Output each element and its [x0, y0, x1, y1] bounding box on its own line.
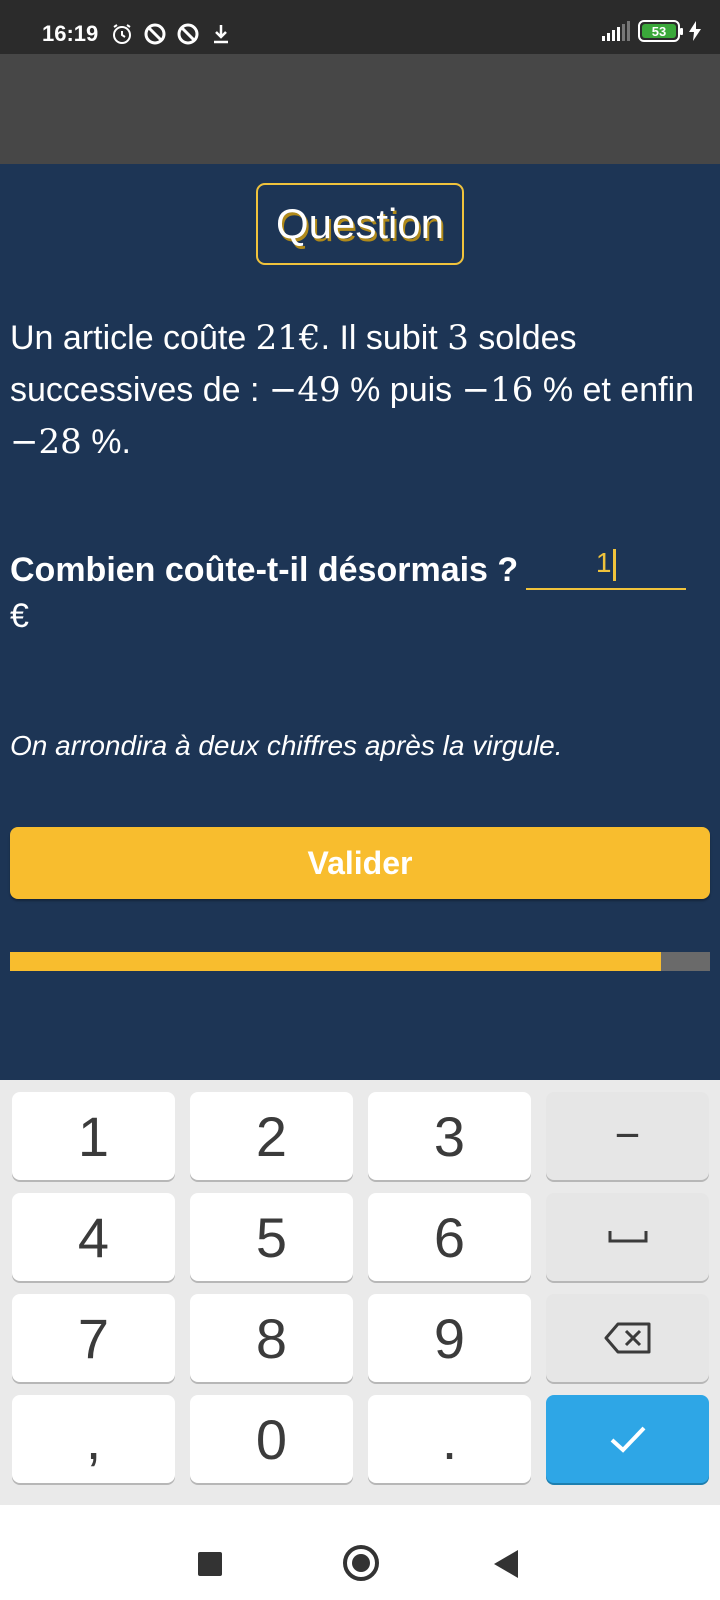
problem-text: % puis	[340, 371, 462, 409]
do-not-disturb-icon	[144, 23, 166, 45]
problem-text: % et enfin	[533, 371, 695, 409]
rounding-hint: On arrondira à deux chiffres après la vi…	[10, 730, 563, 761]
submit-button[interactable]: Valider	[10, 827, 710, 899]
key-backspace[interactable]	[546, 1294, 709, 1382]
key-dot[interactable]: .	[368, 1395, 531, 1483]
key-space[interactable]	[546, 1193, 709, 1281]
price-value: 21€	[255, 318, 321, 358]
check-icon	[610, 1426, 645, 1453]
charging-icon	[689, 21, 701, 41]
back-icon[interactable]	[494, 1550, 518, 1578]
do-not-disturb-icon	[177, 23, 199, 45]
signal-icon	[602, 21, 630, 41]
key-5[interactable]: 5	[190, 1193, 353, 1281]
key-4[interactable]: 4	[12, 1193, 175, 1281]
key-3[interactable]: 3	[368, 1092, 531, 1180]
answer-row: Combien coûte-t-il désormais ? 1	[10, 540, 710, 590]
key-minus[interactable]: −	[546, 1092, 709, 1180]
discount-3: −28	[10, 422, 82, 462]
status-time: 16:19	[42, 21, 99, 46]
recent-apps-icon[interactable]	[198, 1552, 222, 1576]
app-bar	[0, 54, 720, 164]
key-confirm[interactable]	[546, 1395, 709, 1483]
battery-level: 53	[651, 23, 667, 39]
key-comma[interactable]: ,	[12, 1395, 175, 1483]
answer-input[interactable]: 1	[526, 540, 687, 590]
alarm-icon	[113, 24, 131, 44]
battery-icon: 53	[638, 20, 683, 42]
status-bar: 16:19 53	[0, 0, 720, 54]
space-icon	[608, 1231, 647, 1243]
key-6[interactable]: 6	[368, 1193, 531, 1281]
discount-2: −16	[461, 370, 534, 410]
numeric-keyboard: 1 2 3 − 4 5 6 7 8 9 , 0 .	[0, 1080, 720, 1505]
home-icon[interactable]	[343, 1545, 379, 1581]
problem-text: . Il subit	[320, 319, 448, 357]
question-title: Question	[275, 200, 445, 247]
key-2[interactable]: 2	[190, 1092, 353, 1180]
problem-statement: Un article coûte 21€. Il subit 3 soldes …	[10, 312, 710, 468]
problem-text: Un article coûte	[10, 319, 256, 357]
key-9[interactable]: 9	[368, 1294, 531, 1382]
discount-1: −49	[268, 370, 341, 410]
download-icon	[214, 25, 228, 44]
discount-count: 3	[447, 318, 469, 358]
question-badge: Question	[256, 183, 464, 265]
key-8[interactable]: 8	[190, 1294, 353, 1382]
answer-prompt: Combien coûte-t-il désormais ?	[10, 551, 519, 589]
text-caret	[613, 548, 617, 581]
progress-bar	[10, 952, 710, 971]
unit-label: €	[10, 597, 29, 635]
navigation-bar	[0, 1505, 720, 1600]
answer-value: 1	[595, 547, 612, 578]
key-1[interactable]: 1	[12, 1092, 175, 1180]
problem-text: %.	[81, 423, 131, 461]
key-7[interactable]: 7	[12, 1294, 175, 1382]
key-0[interactable]: 0	[190, 1395, 353, 1483]
progress-fill	[10, 952, 661, 971]
backspace-icon	[604, 1322, 650, 1354]
